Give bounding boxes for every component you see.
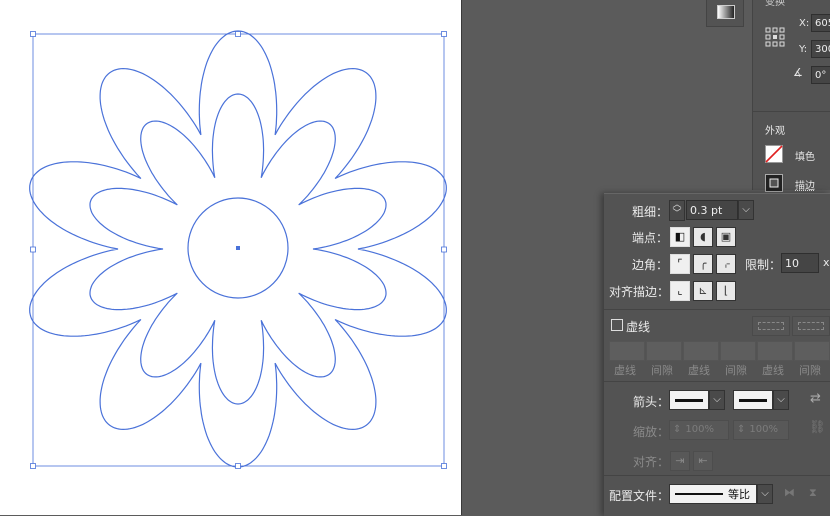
angle-input[interactable]: 0° (811, 66, 830, 84)
reference-point-icon[interactable] (765, 27, 785, 47)
arrowhead-label: 箭头： (633, 395, 670, 409)
corner-label: 边角： (632, 258, 669, 272)
arrow-place-icon[interactable]: ⇤ (693, 451, 713, 471)
start-scale-value: 100% (685, 424, 714, 435)
resize-handle-r[interactable] (441, 246, 447, 253)
x-input[interactable]: 605 (811, 14, 830, 32)
transform-title: 变换 (765, 0, 785, 8)
limit-input[interactable]: 10 (781, 253, 819, 273)
fill-label[interactable]: 填色 (795, 148, 815, 163)
swap-arrowheads-icon[interactable]: ⇄ (810, 391, 821, 406)
round-join-icon[interactable]: ╭ (693, 254, 713, 274)
dash-caption-3: 虚线 (762, 364, 784, 377)
gap-field-3[interactable] (794, 341, 830, 361)
projecting-cap-icon[interactable]: ▣ (716, 227, 736, 247)
gap-caption-2: 间隙 (725, 364, 747, 377)
gradient-button[interactable] (706, 0, 744, 27)
stroke-swatch-icon[interactable] (765, 174, 783, 192)
resize-handle-bl[interactable] (30, 463, 36, 469)
limit-unit: x (823, 256, 830, 269)
stroke-label[interactable]: 描边 (795, 177, 815, 192)
profile-select[interactable]: 等比 (669, 484, 757, 504)
resize-handle-b[interactable] (235, 463, 241, 469)
align-stroke-label: 对齐描边： (609, 285, 670, 299)
weight-stepper[interactable]: ︿ ﹀ (669, 200, 685, 221)
y-input[interactable]: 300 (811, 40, 830, 58)
weight-dropdown-chevron-icon[interactable]: ⌵ (738, 200, 754, 220)
resize-handle-t[interactable] (235, 31, 241, 37)
section-divider (753, 111, 830, 112)
gap-caption-3: 间隙 (799, 364, 821, 377)
end-scale-value: 100% (749, 424, 778, 435)
weight-label: 粗细： (632, 205, 669, 219)
arrow-extend-icon[interactable]: ⇥ (670, 451, 690, 471)
properties-panel: 变换 X: 605 Y: 300 ∡ 0° 外观 填色 描边 (753, 0, 830, 192)
angle-icon: ∡ (793, 66, 803, 79)
limit-label: 限制： (745, 258, 782, 272)
profile-value: 等比 (728, 488, 750, 501)
end-scale-field[interactable]: ⇕ 100% (733, 420, 789, 440)
gap-field-1[interactable] (646, 341, 682, 361)
gap-caption-1: 间隙 (651, 364, 673, 377)
arrow-align-label: 对齐： (633, 455, 670, 469)
flip-vertical-icon[interactable]: ⧗ (809, 486, 817, 500)
start-arrowhead-chevron-icon[interactable]: ⌵ (709, 390, 725, 410)
stroke-options-popup: 粗细： ︿ ﹀ 0.3 pt ⌵ 端点： ◧ ◖ ▣ 边角： ⌜ ╭ ⌌ 限制： … (604, 193, 830, 516)
gradient-swatch-icon (717, 5, 735, 19)
round-cap-icon[interactable]: ◖ (693, 227, 713, 247)
weight-input[interactable]: 0.3 pt (686, 200, 738, 220)
popup-divider-1 (604, 309, 830, 310)
flower-artwork[interactable] (0, 0, 461, 515)
scale-label: 缩放： (633, 425, 670, 439)
dash-field-3[interactable] (757, 341, 793, 361)
bevel-join-icon[interactable]: ⌌ (716, 254, 736, 274)
dashed-label[interactable]: 虚线 (626, 318, 650, 335)
start-scale-field[interactable]: ⇕ 100% (669, 420, 729, 440)
link-scale-icon[interactable]: ⛓ (809, 420, 826, 435)
profile-chevron-icon[interactable]: ⌵ (757, 484, 773, 504)
gap-field-2[interactable] (720, 341, 756, 361)
resize-handle-tr[interactable] (441, 31, 447, 37)
dash-field-2[interactable] (683, 341, 719, 361)
butt-cap-icon[interactable]: ◧ (670, 227, 690, 247)
dash-caption-1: 虚线 (614, 364, 636, 377)
align-outside-icon[interactable]: ⌊ (716, 281, 736, 301)
end-arrowhead-select[interactable] (733, 390, 773, 410)
artboard-canvas[interactable] (0, 0, 461, 515)
resize-handle-l[interactable] (30, 246, 36, 253)
profile-label: 配置文件： (609, 489, 670, 503)
cap-label: 端点： (632, 231, 669, 245)
popup-divider-2 (604, 381, 830, 382)
resize-handle-tl[interactable] (30, 31, 36, 37)
resize-handle-br[interactable] (441, 463, 447, 469)
x-label: X: (799, 18, 810, 29)
fill-none-swatch-icon[interactable] (765, 145, 783, 163)
align-center-icon[interactable]: ⌞ (670, 281, 690, 301)
dashed-checkbox[interactable] (611, 319, 623, 331)
dash-preserve-icon[interactable] (752, 316, 790, 336)
canvas-edge (461, 0, 462, 515)
miter-join-icon[interactable]: ⌜ (670, 254, 690, 274)
dash-caption-2: 虚线 (688, 364, 710, 377)
align-inside-icon[interactable]: ⊾ (693, 281, 713, 301)
center-point (236, 246, 240, 250)
popup-divider-3 (604, 475, 830, 476)
flip-horizontal-icon[interactable]: ⧓ (784, 486, 795, 499)
dash-field-1[interactable] (609, 341, 645, 361)
y-label: Y: (799, 44, 808, 55)
end-arrowhead-chevron-icon[interactable]: ⌵ (773, 390, 789, 410)
dash-align-corners-icon[interactable] (792, 316, 830, 336)
start-arrowhead-select[interactable] (669, 390, 709, 410)
appearance-title: 外观 (765, 126, 785, 137)
